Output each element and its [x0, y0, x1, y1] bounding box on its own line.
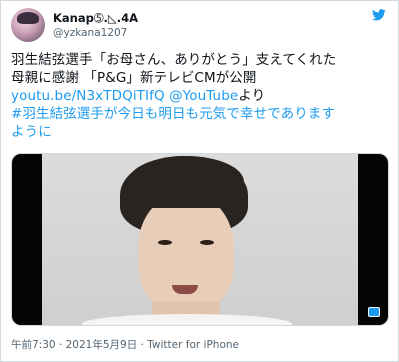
- tweet-card[interactable]: Kanap➄.◺.4A @yzkana1207 羽生結弦選手「お母さん、ありがと…: [0, 0, 399, 362]
- tweet-text-line-2: 母親に感謝 「P&G」新テレビCMが公開: [11, 70, 257, 86]
- tweet-time[interactable]: 午前7:30: [11, 339, 56, 351]
- author-names[interactable]: Kanap➄.◺.4A @yzkana1207: [53, 11, 138, 40]
- twitter-bird-icon[interactable]: [372, 9, 386, 21]
- meta-separator: ·: [140, 339, 144, 351]
- meta-separator: ·: [58, 339, 63, 351]
- hashtag-link-continued[interactable]: ように: [11, 123, 391, 141]
- display-name[interactable]: Kanap➄.◺.4A: [53, 11, 138, 26]
- youtube-mention-link[interactable]: @YouTube: [169, 88, 238, 104]
- video-subject-shirt: [82, 314, 292, 325]
- tweet-link-line: youtu.be/N3xTDQiTIfQ @YouTubeより: [11, 87, 391, 105]
- handle[interactable]: @yzkana1207: [53, 26, 138, 40]
- video-subject-fringe: [128, 156, 244, 208]
- link-suffix: より: [238, 88, 266, 104]
- tweet-date[interactable]: 2021年5月9日: [66, 339, 138, 351]
- youtube-url-link[interactable]: youtu.be/N3xTDQiTIfQ: [11, 88, 165, 104]
- hashtag-link[interactable]: #羽生結弦選手が今日も明日も元気で幸せであります: [11, 105, 391, 123]
- tweet-meta: 午前7:30 · 2021年5月9日 · Twitter for iPhone: [11, 337, 239, 352]
- video-frame: [42, 154, 358, 325]
- tweet-source[interactable]: Twitter for iPhone: [147, 339, 239, 351]
- tweet-text: 羽生結弦選手「お母さん、ありがとう」支えてくれた 母親に感謝 「P&G」新テレビ…: [11, 51, 391, 141]
- tweet-header: Kanap➄.◺.4A @yzkana1207: [11, 8, 388, 48]
- video-subject-face: [138, 194, 234, 314]
- tweet-text-line-1: 羽生結弦選手「お母さん、ありがとう」支えてくれた: [11, 52, 337, 68]
- avatar[interactable]: [11, 8, 45, 42]
- video-subject-eye-right: [200, 240, 214, 245]
- video-thumbnail[interactable]: [11, 153, 389, 326]
- video-subject-eye-left: [158, 240, 172, 245]
- video-badge-icon: [368, 307, 380, 317]
